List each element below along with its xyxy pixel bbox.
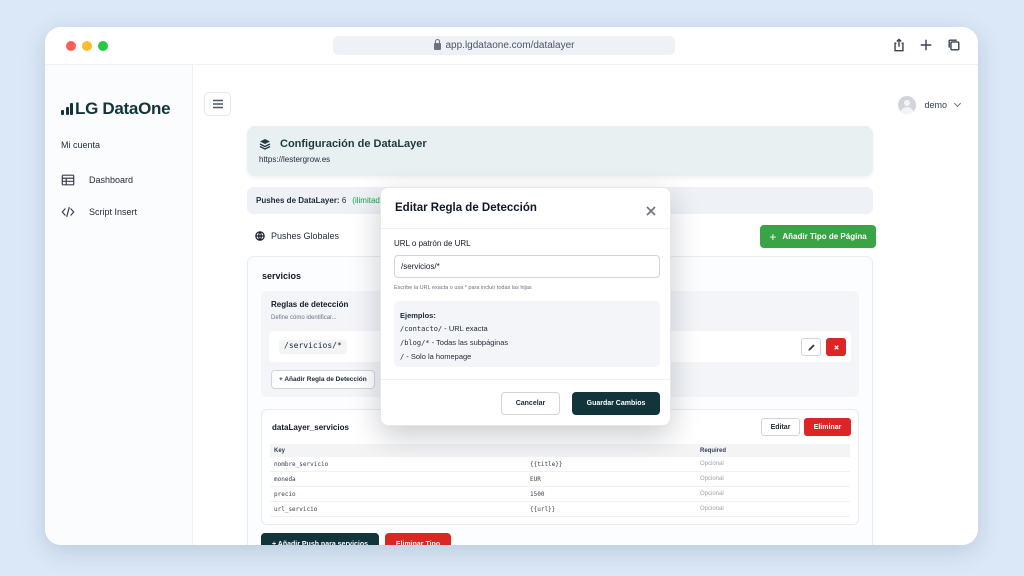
row-key: precio — [274, 490, 296, 498]
sidebar-item-label: Dashboard — [89, 175, 134, 185]
delete-rule-button[interactable] — [826, 338, 846, 356]
tabs-overview-icon[interactable] — [946, 37, 962, 53]
logo-bars-icon — [61, 103, 73, 115]
example-item: / - Solo la homepage — [400, 350, 654, 364]
browser-titlebar: app.lgdataone.com/datalayer — [45, 27, 978, 65]
plus-icon: + — [769, 229, 777, 244]
menu-toggle-button[interactable] — [204, 92, 231, 116]
minimize-window-button[interactable] — [82, 41, 92, 51]
row-required: Opcional — [700, 476, 724, 482]
delete-push-button[interactable]: Eliminar — [804, 418, 851, 436]
add-page-type-label: Añadir Tipo de Página — [782, 232, 867, 241]
logo[interactable]: LG DataOne — [61, 99, 171, 119]
add-rule-button[interactable]: + Añadir Regla de Detección — [271, 370, 375, 389]
modal-divider — [381, 228, 670, 229]
sidebar-account-link[interactable]: Mi cuenta — [61, 140, 100, 150]
new-tab-icon[interactable] — [918, 37, 934, 53]
url-pattern-input[interactable] — [394, 255, 660, 278]
row-key: moneda — [274, 475, 296, 483]
row-value: 1500 — [530, 490, 545, 498]
row-value: EUR — [530, 475, 541, 483]
datalayer-config-card: Configuración de DataLayer https://leste… — [247, 126, 873, 176]
table-row: precio 1500 Opcional — [270, 487, 850, 502]
user-menu[interactable]: demo — [898, 96, 962, 114]
share-icon[interactable] — [891, 37, 907, 53]
datalayer-table: Key Required nombre_servicio {{title}} O… — [270, 444, 850, 517]
globe-icon — [255, 231, 265, 241]
table-icon — [61, 174, 75, 186]
save-changes-button[interactable]: Guardar Cambios — [572, 392, 660, 415]
example-desc: - URL exacta — [442, 324, 488, 333]
avatar — [898, 96, 917, 114]
close-icon — [833, 344, 839, 350]
rules-title: Reglas de detección — [271, 300, 349, 309]
chevron-down-icon — [953, 99, 962, 107]
datalayer-title: dataLayer_servicios — [272, 423, 349, 432]
config-title: Configuración de DataLayer — [259, 138, 427, 150]
maximize-window-button[interactable] — [98, 41, 108, 51]
code-icon — [61, 207, 75, 217]
examples-title: Ejemplos: — [400, 311, 436, 320]
edit-rule-modal: Editar Regla de Detección URL o patrón d… — [380, 187, 671, 426]
example-item: /blog/* - Todas las subpáginas — [400, 336, 654, 350]
sidebar: LG DataOne Mi cuenta Dashboard Script In… — [45, 65, 193, 545]
sidebar-item-script-insert[interactable]: Script Insert — [61, 205, 137, 219]
examples-box: Ejemplos: /contacto/ - URL exacta /blog/… — [394, 301, 660, 367]
rules-subtitle: Define cómo identificar... — [271, 315, 337, 321]
table-row: nombre_servicio {{title}} Opcional — [270, 457, 850, 472]
row-required: Opcional — [700, 491, 724, 497]
table-header: Key Required — [270, 444, 850, 457]
example-desc: - Todas las subpáginas — [429, 338, 509, 347]
table-row: moneda EUR Opcional — [270, 472, 850, 487]
cancel-button[interactable]: Cancelar — [501, 392, 560, 415]
rule-pattern: /servicios/* — [279, 340, 347, 354]
column-required: Required — [700, 447, 727, 454]
url-pattern-label: URL o patrón de URL — [394, 239, 471, 248]
add-page-type-button[interactable]: + Añadir Tipo de Página — [760, 225, 876, 248]
edit-push-button[interactable]: Editar — [761, 418, 800, 436]
user-name: demo — [924, 100, 947, 110]
global-pushes-link[interactable]: Pushes Globales — [255, 231, 339, 241]
lock-icon — [433, 39, 441, 50]
layers-icon — [259, 139, 271, 150]
row-key: nombre_servicio — [274, 460, 329, 468]
address-bar[interactable]: app.lgdataone.com/datalayer — [333, 36, 675, 55]
config-title-text: Configuración de DataLayer — [280, 138, 427, 150]
global-pushes-label: Pushes Globales — [271, 231, 340, 241]
close-window-button[interactable] — [66, 41, 76, 51]
add-push-button[interactable]: + Añadir Push para servicios — [261, 533, 379, 545]
pushes-count: 6 — [341, 196, 347, 205]
example-code: /blog/* — [400, 339, 430, 347]
row-key: url_servicio — [274, 505, 318, 513]
hamburger-icon — [212, 99, 223, 109]
example-code: /contacto/ — [400, 325, 443, 333]
row-value: {{url}} — [530, 505, 556, 513]
pushes-label: Pushes de DataLayer: — [256, 196, 340, 205]
example-item: /contacto/ - URL exacta — [400, 322, 654, 336]
url-pattern-hint: Escribe la URL exacta o usa * para inclu… — [394, 285, 532, 291]
modal-close-button[interactable] — [646, 203, 656, 216]
row-value: {{title}} — [530, 460, 563, 468]
example-desc: - Solo la homepage — [404, 352, 472, 361]
row-required: Opcional — [700, 461, 724, 467]
pencil-icon — [807, 343, 815, 351]
section-title: servicios — [262, 271, 302, 281]
close-icon — [646, 206, 656, 216]
site-url: https://lestergrow.es — [259, 155, 331, 164]
sidebar-item-label: Script Insert — [89, 207, 138, 217]
delete-type-button[interactable]: Eliminar Tipo — [385, 533, 451, 545]
modal-divider — [381, 379, 670, 380]
modal-title: Editar Regla de Detección — [395, 202, 537, 214]
sidebar-item-dashboard[interactable]: Dashboard — [61, 173, 133, 187]
logo-text: LG DataOne — [75, 99, 171, 118]
row-required: Opcional — [700, 506, 724, 512]
table-row: url_servicio {{url}} Opcional — [270, 502, 850, 517]
column-key: Key — [274, 447, 286, 454]
address-bar-url: app.lgdataone.com/datalayer — [445, 40, 575, 51]
edit-rule-button[interactable] — [801, 338, 821, 356]
datalayer-push-box: dataLayer_servicios Editar Eliminar Key … — [261, 409, 859, 525]
